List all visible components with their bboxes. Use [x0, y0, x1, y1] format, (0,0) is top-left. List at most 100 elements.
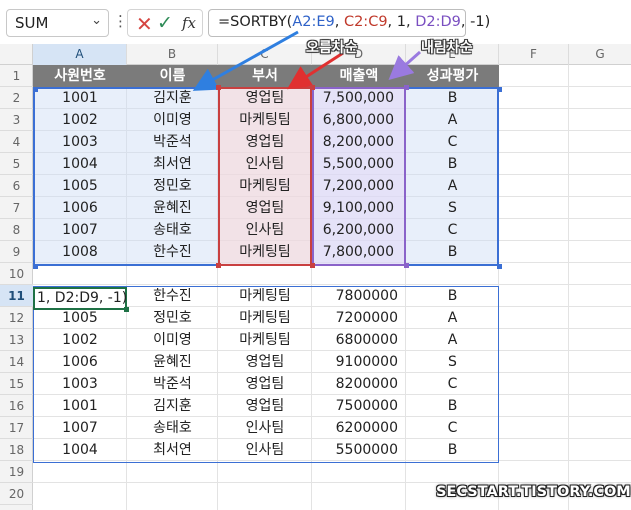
row-header-3[interactable]: 3 [0, 109, 33, 131]
result-cell-name[interactable]: 정민호 [127, 307, 218, 329]
cell-id[interactable]: 1002 [33, 109, 127, 131]
name-box[interactable]: SUM ⌄ [6, 9, 109, 37]
range-corner-handle[interactable] [216, 85, 221, 90]
cell-sales[interactable]: 9,100,000 [312, 197, 406, 219]
cell-sales[interactable]: 8,200,000 [312, 131, 406, 153]
result-cell-sales[interactable]: 8200000 [312, 373, 406, 395]
column-header-f[interactable]: F [499, 44, 569, 65]
row-header-4[interactable]: 4 [0, 131, 33, 153]
row-header-18[interactable]: 18 [0, 439, 33, 461]
result-cell-id[interactable]: 1006 [33, 351, 127, 373]
range-corner-handle[interactable] [497, 87, 502, 92]
range-corner-handle[interactable] [310, 85, 315, 90]
result-cell-grade[interactable]: A [406, 307, 499, 329]
result-cell-id[interactable]: 1007 [33, 417, 127, 439]
column-header-c[interactable]: C [218, 44, 312, 65]
result-cell-sales[interactable]: 7800000 [312, 285, 406, 307]
cell-dept[interactable]: 인사팀 [218, 153, 312, 175]
cell-id[interactable]: 1001 [33, 87, 127, 109]
cell-name[interactable]: 윤혜진 [127, 197, 218, 219]
row-header-10[interactable]: 10 [0, 263, 33, 285]
cancel-x-icon[interactable]: ✕ [136, 12, 153, 36]
cell-name[interactable]: 한수진 [127, 241, 218, 263]
range-corner-handle[interactable] [33, 87, 38, 92]
result-cell-dept[interactable]: 영업팀 [218, 351, 312, 373]
header-cell-sales[interactable]: 매출액 [312, 65, 406, 87]
cell-grade[interactable]: A [406, 175, 499, 197]
cell-id[interactable]: 1005 [33, 175, 127, 197]
row-header-6[interactable]: 6 [0, 175, 33, 197]
result-cell-id[interactable]: 1002 [33, 329, 127, 351]
result-cell-grade[interactable]: B [406, 439, 499, 461]
result-cell-sales[interactable]: 7500000 [312, 395, 406, 417]
cell-id[interactable]: 1004 [33, 153, 127, 175]
header-cell-id[interactable]: 사원번호 [33, 65, 127, 87]
range-corner-handle[interactable] [310, 263, 315, 268]
result-cell-id[interactable]: 1003 [33, 373, 127, 395]
cell-id[interactable]: 1007 [33, 219, 127, 241]
cell-dept[interactable]: 마케팅팀 [218, 109, 312, 131]
cell-grade[interactable]: C [406, 131, 499, 153]
cell-sales[interactable]: 7,800,000 [312, 241, 406, 263]
cell-grade[interactable]: S [406, 197, 499, 219]
cell-name[interactable]: 박준석 [127, 131, 218, 153]
column-header-g[interactable]: G [569, 44, 631, 65]
result-cell-dept[interactable]: 영업팀 [218, 395, 312, 417]
row-header-19[interactable]: 19 [0, 461, 33, 483]
header-cell-name[interactable]: 이름 [127, 65, 218, 87]
result-cell-grade[interactable]: C [406, 373, 499, 395]
cell-name[interactable]: 이미영 [127, 109, 218, 131]
cell-dept[interactable]: 마케팅팀 [218, 241, 312, 263]
cell-name[interactable]: 김지훈 [127, 87, 218, 109]
chevron-down-icon[interactable]: ⌄ [91, 13, 102, 28]
cell-id[interactable]: 1006 [33, 197, 127, 219]
range-corner-handle[interactable] [216, 263, 221, 268]
result-cell-id[interactable]: 1001 [33, 395, 127, 417]
more-options-icon[interactable]: ⋮ [113, 12, 128, 30]
select-all-corner[interactable] [0, 44, 33, 65]
row-header-7[interactable]: 7 [0, 197, 33, 219]
cell-sales[interactable]: 7,200,000 [312, 175, 406, 197]
row-header-20[interactable]: 20 [0, 483, 33, 505]
row-header-8[interactable]: 8 [0, 219, 33, 241]
row-header-17[interactable]: 17 [0, 417, 33, 439]
cell-sales[interactable]: 5,500,000 [312, 153, 406, 175]
result-cell-id[interactable]: 1005 [33, 307, 127, 329]
formula-input[interactable]: =SORTBY(A2:E9, C2:C9, 1, D2:D9, -1) [208, 9, 490, 37]
row-header-13[interactable]: 13 [0, 329, 33, 351]
row-header-2[interactable]: 2 [0, 87, 33, 109]
cell-dept[interactable]: 영업팀 [218, 87, 312, 109]
result-cell-id[interactable]: 1004 [33, 439, 127, 461]
row-header-16[interactable]: 16 [0, 395, 33, 417]
range-corner-handle[interactable] [497, 264, 502, 269]
cell-grade[interactable]: B [406, 153, 499, 175]
cell-id[interactable]: 1008 [33, 241, 127, 263]
cell-dept[interactable]: 영업팀 [218, 131, 312, 153]
result-cell-name[interactable]: 한수진 [127, 285, 218, 307]
cell-id[interactable]: 1003 [33, 131, 127, 153]
result-cell-dept[interactable]: 인사팀 [218, 439, 312, 461]
cell-grade[interactable]: A [406, 109, 499, 131]
cell-grade[interactable]: B [406, 241, 499, 263]
result-cell-name[interactable]: 박준석 [127, 373, 218, 395]
result-cell-sales[interactable]: 9100000 [312, 351, 406, 373]
result-cell-name[interactable]: 윤혜진 [127, 351, 218, 373]
result-cell-grade[interactable]: C [406, 417, 499, 439]
cell-name[interactable]: 최서연 [127, 153, 218, 175]
cell-dept[interactable]: 영업팀 [218, 197, 312, 219]
range-corner-handle[interactable] [404, 85, 409, 90]
enter-check-icon[interactable]: ✓ [157, 12, 173, 34]
column-header-b[interactable]: B [127, 44, 218, 65]
result-cell-grade[interactable]: B [406, 395, 499, 417]
result-cell-sales[interactable]: 5500000 [312, 439, 406, 461]
cell-grade[interactable]: B [406, 87, 499, 109]
result-cell-grade[interactable]: B [406, 285, 499, 307]
result-cell-name[interactable]: 송태호 [127, 417, 218, 439]
range-corner-handle[interactable] [404, 263, 409, 268]
result-cell-dept[interactable]: 마케팅팀 [218, 285, 312, 307]
cell-sales[interactable]: 7,500,000 [312, 87, 406, 109]
result-cell-sales[interactable]: 6200000 [312, 417, 406, 439]
cell-sales[interactable]: 6,200,000 [312, 219, 406, 241]
cell-dept[interactable]: 마케팅팀 [218, 175, 312, 197]
header-cell-grade[interactable]: 성과평가 [406, 65, 499, 87]
